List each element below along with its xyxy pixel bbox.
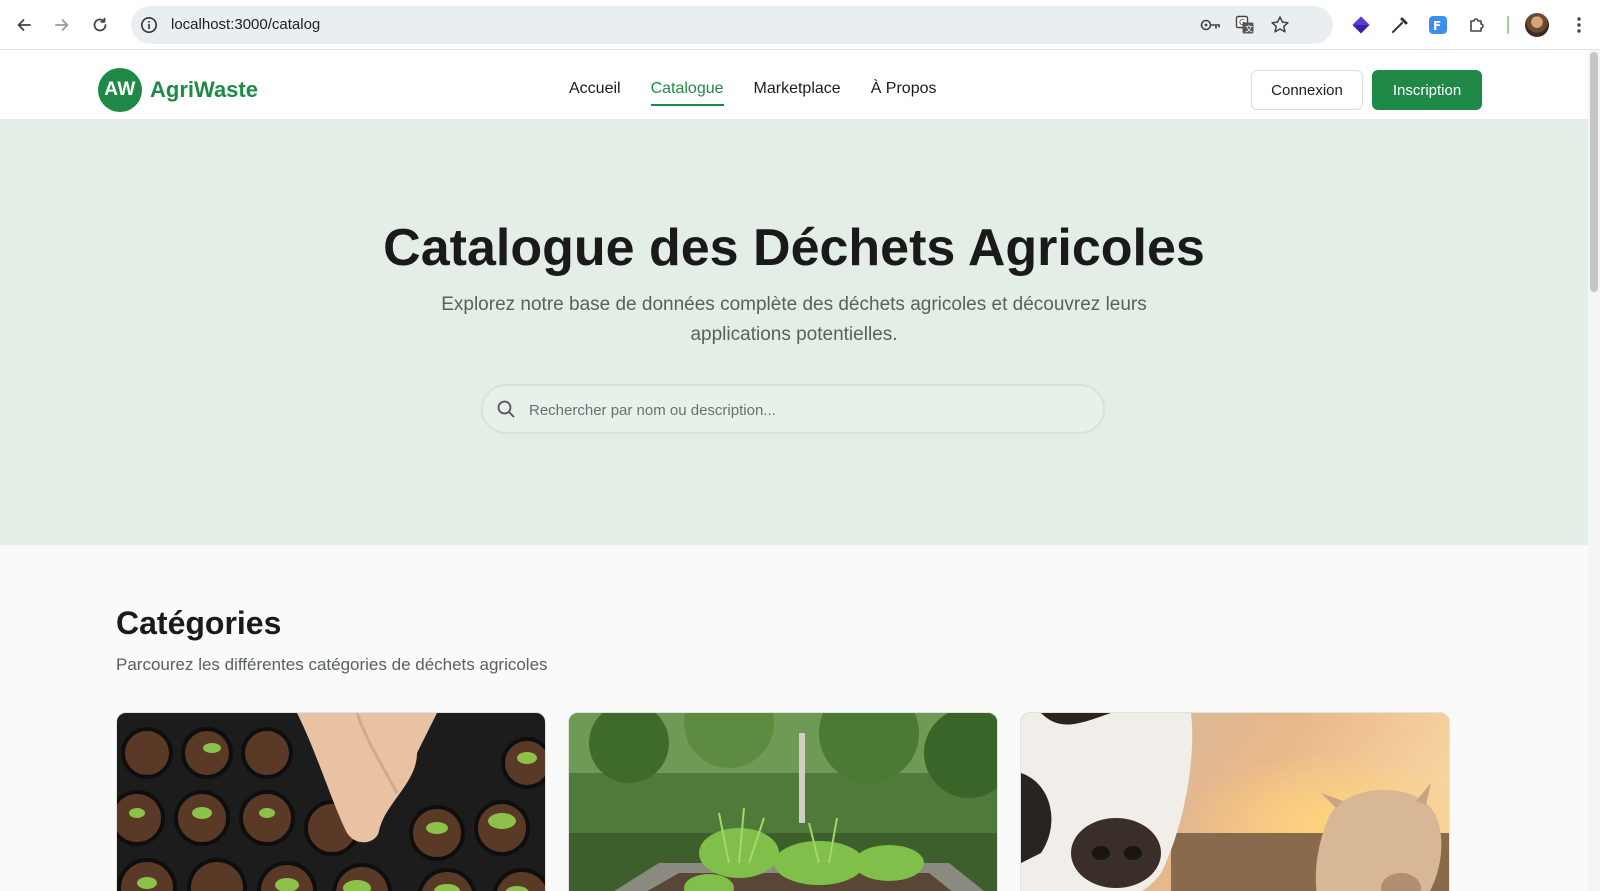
category-card-garden-bed[interactable]: [568, 712, 998, 891]
more-menu-icon[interactable]: [1567, 13, 1591, 37]
page-title: Catalogue des Déchets Agricoles: [383, 219, 1205, 277]
hero-section: Catalogue des Déchets Agricoles Explorez…: [0, 120, 1588, 545]
password-key-icon[interactable]: [1200, 15, 1222, 35]
site-info-icon[interactable]: [139, 15, 159, 35]
profile-avatar[interactable]: [1525, 13, 1549, 37]
logo-badge[interactable]: AW: [98, 68, 142, 112]
svg-text:文: 文: [1245, 24, 1253, 34]
logo-name[interactable]: AgriWaste: [150, 77, 258, 103]
page-viewport: AW AgriWaste Accueil Catalogue Marketpla…: [0, 50, 1588, 891]
category-card-seedlings[interactable]: [116, 712, 546, 891]
extension-purple-gem-icon[interactable]: [1349, 13, 1373, 37]
search-input[interactable]: [527, 394, 1091, 426]
scrollbar-thumb[interactable]: [1590, 52, 1598, 292]
address-bar[interactable]: localhost:3000/catalog G文: [131, 6, 1333, 44]
nav-link-marketplace[interactable]: Marketplace: [754, 80, 841, 106]
nav-link-a-propos[interactable]: À Propos: [871, 80, 937, 106]
forward-icon[interactable]: [49, 12, 75, 38]
cows-at-sunset-photo: [1021, 713, 1449, 891]
login-button[interactable]: Connexion: [1251, 70, 1363, 110]
eyedropper-icon[interactable]: [1388, 13, 1412, 37]
back-icon[interactable]: [11, 12, 37, 38]
translate-icon[interactable]: G文: [1234, 15, 1256, 35]
signup-button[interactable]: Inscription: [1372, 70, 1482, 110]
raised-garden-bed-photo: [569, 713, 997, 891]
hero-subtitle: Explorez notre base de données complète …: [441, 294, 1147, 345]
bookmark-star-icon[interactable]: [1269, 15, 1291, 35]
categories-subtitle: Parcourez les différentes catégories de …: [116, 655, 548, 674]
category-card-livestock[interactable]: [1020, 712, 1450, 891]
toolbar-divider: [1507, 16, 1509, 34]
nav-link-accueil[interactable]: Accueil: [569, 80, 621, 106]
search-icon: [496, 399, 516, 419]
reload-icon[interactable]: [87, 12, 113, 38]
extension-blue-f-icon[interactable]: F: [1426, 13, 1450, 37]
browser-toolbar: localhost:3000/catalog G文 F: [0, 0, 1600, 50]
categories-title: Catégories: [116, 605, 282, 641]
seedlings-tray-photo: [117, 713, 545, 891]
site-header: AW AgriWaste Accueil Catalogue Marketpla…: [0, 50, 1588, 120]
svg-text:F: F: [1433, 19, 1441, 33]
nav-link-catalogue[interactable]: Catalogue: [650, 80, 724, 106]
search-box[interactable]: [481, 384, 1105, 434]
main-nav: Accueil Catalogue Marketplace À Propos: [569, 80, 937, 106]
page-scrollbar[interactable]: [1588, 50, 1600, 891]
url-text[interactable]: localhost:3000/catalog: [171, 16, 320, 33]
puzzle-extensions-icon[interactable]: [1465, 13, 1489, 37]
